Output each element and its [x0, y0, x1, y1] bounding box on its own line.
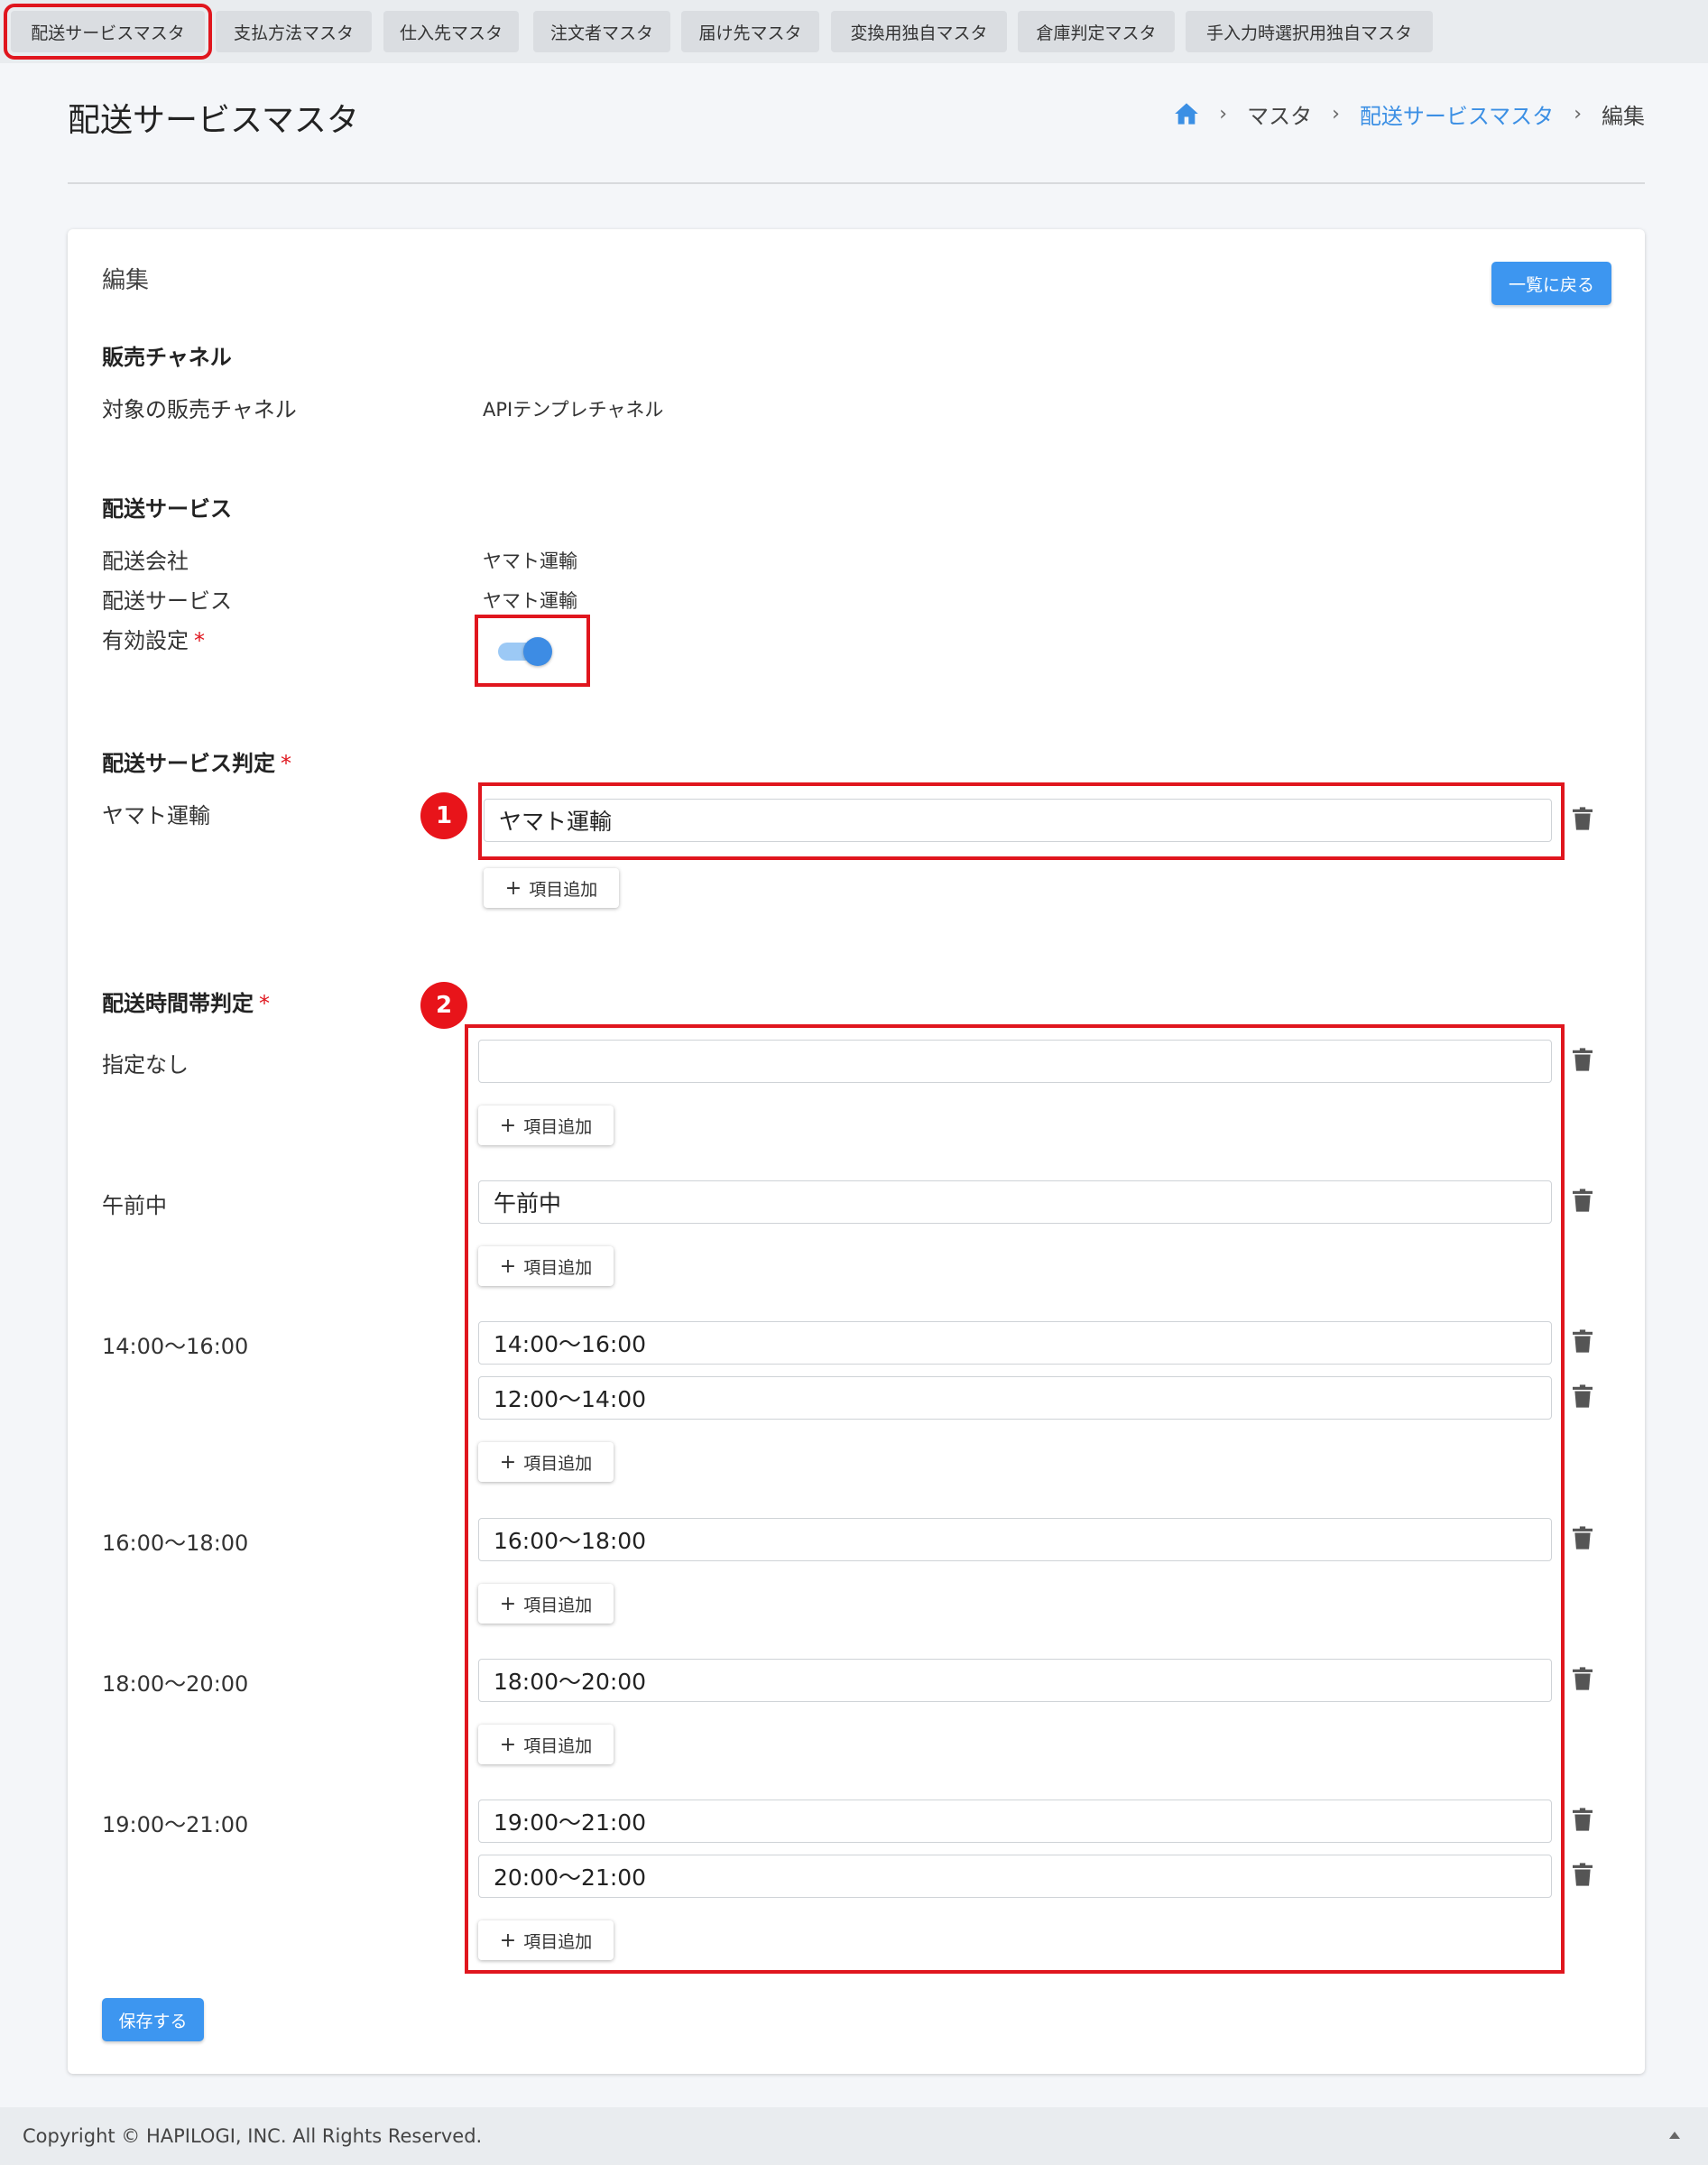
tab-orderer-master[interactable]: 注文者マスタ [533, 11, 670, 52]
service-judgement-heading-text: 配送サービス判定 [102, 751, 275, 776]
footer: Copyright © HAPILOGI, INC. All Rights Re… [0, 2107, 1708, 2165]
sales-channel-heading: 販売チャネル [102, 345, 232, 370]
tab-delivery-service-master[interactable]: 配送サービスマスタ [4, 4, 212, 60]
add-item-button[interactable]: + 項目追加 [478, 1920, 614, 1960]
delivery-service-heading: 配送サービス [102, 496, 232, 522]
card-title: 編集 [102, 267, 150, 294]
plus-icon: + [499, 1450, 517, 1474]
delivery-service-value: ヤマト運輸 [483, 590, 577, 612]
add-item-button[interactable]: + 項目追加 [478, 1106, 614, 1145]
add-item-button[interactable]: + 項目追加 [478, 1246, 614, 1286]
tab-payment-method-master[interactable]: 支払方法マスタ [216, 11, 372, 52]
delivery-company-value: ヤマト運輸 [483, 551, 577, 572]
breadcrumb-master: マスタ [1247, 103, 1313, 129]
breadcrumb-separator: › [1332, 102, 1340, 125]
page-title: 配送サービスマスタ [68, 102, 359, 139]
sales-channel-label: 対象の販売チャネル [102, 397, 297, 422]
trash-icon[interactable] [1573, 1526, 1593, 1550]
edit-card: 編集 一覧に戻る 販売チャネル 対象の販売チャネル APIテンプレチャネル 配送… [68, 229, 1645, 2074]
annotation-badge-1: 1 [420, 792, 467, 839]
time-group-label: 午前中 [102, 1193, 167, 1218]
service-judgement-heading: 配送サービス判定 * [102, 745, 291, 777]
plus-icon: + [499, 1733, 517, 1756]
delivery-service-label: 配送サービス [102, 588, 232, 614]
plus-icon: + [504, 876, 522, 900]
required-mark: * [194, 628, 205, 653]
plus-icon: + [499, 1929, 517, 1952]
time-judgement-input[interactable]: 19:00〜21:00 [478, 1800, 1552, 1843]
service-judgement-input[interactable]: ヤマト運輸 [484, 799, 1552, 842]
tab-warehouse-master[interactable]: 倉庫判定マスタ [1018, 11, 1175, 52]
breadcrumb-separator: › [1219, 102, 1228, 125]
trash-icon[interactable] [1573, 807, 1593, 830]
add-item-label: 項目追加 [523, 1116, 593, 1137]
trash-icon[interactable] [1573, 1048, 1593, 1071]
annotation-badge-2: 2 [420, 982, 467, 1029]
add-item-label: 項目追加 [523, 1257, 593, 1278]
time-judgement-input[interactable]: 12:00〜14:00 [478, 1376, 1552, 1420]
delivery-company-label: 配送会社 [102, 549, 189, 574]
tab-conversion-master[interactable]: 変換用独自マスタ [831, 11, 1007, 52]
add-item-button[interactable]: + 項目追加 [478, 1442, 614, 1482]
required-mark: * [259, 991, 270, 1016]
time-group-label: 指定なし [102, 1052, 189, 1078]
time-judgement-input[interactable]: 16:00〜18:00 [478, 1518, 1552, 1561]
breadcrumb-separator: › [1574, 102, 1582, 125]
copyright-text: Copyright © HAPILOGI, INC. All Rights Re… [23, 2125, 483, 2147]
tab-manual-select-master[interactable]: 手入力時選択用独自マスタ [1186, 11, 1433, 52]
breadcrumb-edit: 編集 [1602, 103, 1645, 129]
time-group-label: 19:00〜21:00 [102, 1812, 249, 1837]
time-group-label: 18:00〜20:00 [102, 1671, 249, 1697]
add-item-button[interactable]: + 項目追加 [478, 1584, 614, 1624]
add-item-button[interactable]: + 項目追加 [484, 868, 619, 908]
trash-icon[interactable] [1573, 1329, 1593, 1353]
time-judgement-input[interactable]: 18:00〜20:00 [478, 1659, 1552, 1702]
master-tab-bar: 配送サービスマスタ 支払方法マスタ 仕入先マスタ 注文者マスタ 届け先マスタ 変… [0, 0, 1708, 63]
enabled-setting-label: 有効設定 * [102, 623, 205, 654]
enabled-toggle[interactable] [498, 635, 552, 666]
toggle-thumb [523, 637, 552, 666]
save-button[interactable]: 保存する [102, 1998, 204, 2041]
add-item-label: 項目追加 [523, 1931, 593, 1952]
add-item-label: 項目追加 [529, 879, 598, 900]
plus-icon: + [499, 1254, 517, 1278]
tab-destination-master[interactable]: 届け先マスタ [681, 11, 819, 52]
scroll-up-icon[interactable] [1668, 2131, 1681, 2140]
time-judgement-input[interactable]: 14:00〜16:00 [478, 1321, 1552, 1365]
back-to-list-button[interactable]: 一覧に戻る [1491, 262, 1611, 305]
add-item-label: 項目追加 [523, 1453, 593, 1474]
time-group-label: 16:00〜18:00 [102, 1531, 249, 1556]
enabled-setting-text: 有効設定 [102, 628, 189, 653]
service-judgement-label: ヤマト運輸 [102, 803, 210, 828]
time-judgement-input[interactable] [478, 1040, 1552, 1083]
breadcrumb: › マスタ › 配送サービスマスタ › 編集 [1174, 98, 1645, 130]
sales-channel-value: APIテンプレチャネル [483, 399, 664, 421]
header-divider [68, 182, 1645, 184]
time-judgement-input[interactable]: 午前中 [478, 1180, 1552, 1224]
time-judgement-heading-text: 配送時間帯判定 [102, 991, 254, 1016]
time-judgement-input[interactable]: 20:00〜21:00 [478, 1855, 1552, 1898]
add-item-button[interactable]: + 項目追加 [478, 1725, 614, 1764]
time-group-label: 14:00〜16:00 [102, 1334, 249, 1359]
trash-icon[interactable] [1573, 1667, 1593, 1690]
plus-icon: + [499, 1114, 517, 1137]
add-item-label: 項目追加 [523, 1595, 593, 1615]
home-icon[interactable] [1174, 102, 1199, 125]
trash-icon[interactable] [1573, 1808, 1593, 1831]
trash-icon[interactable] [1573, 1863, 1593, 1886]
required-mark: * [281, 751, 291, 776]
add-item-label: 項目追加 [523, 1735, 593, 1756]
trash-icon[interactable] [1573, 1384, 1593, 1408]
tab-supplier-master[interactable]: 仕入先マスタ [383, 11, 519, 52]
trash-icon[interactable] [1573, 1189, 1593, 1212]
time-judgement-heading: 配送時間帯判定 * [102, 985, 270, 1017]
plus-icon: + [499, 1592, 517, 1615]
breadcrumb-delivery-service-master[interactable]: 配送サービスマスタ [1360, 98, 1554, 130]
